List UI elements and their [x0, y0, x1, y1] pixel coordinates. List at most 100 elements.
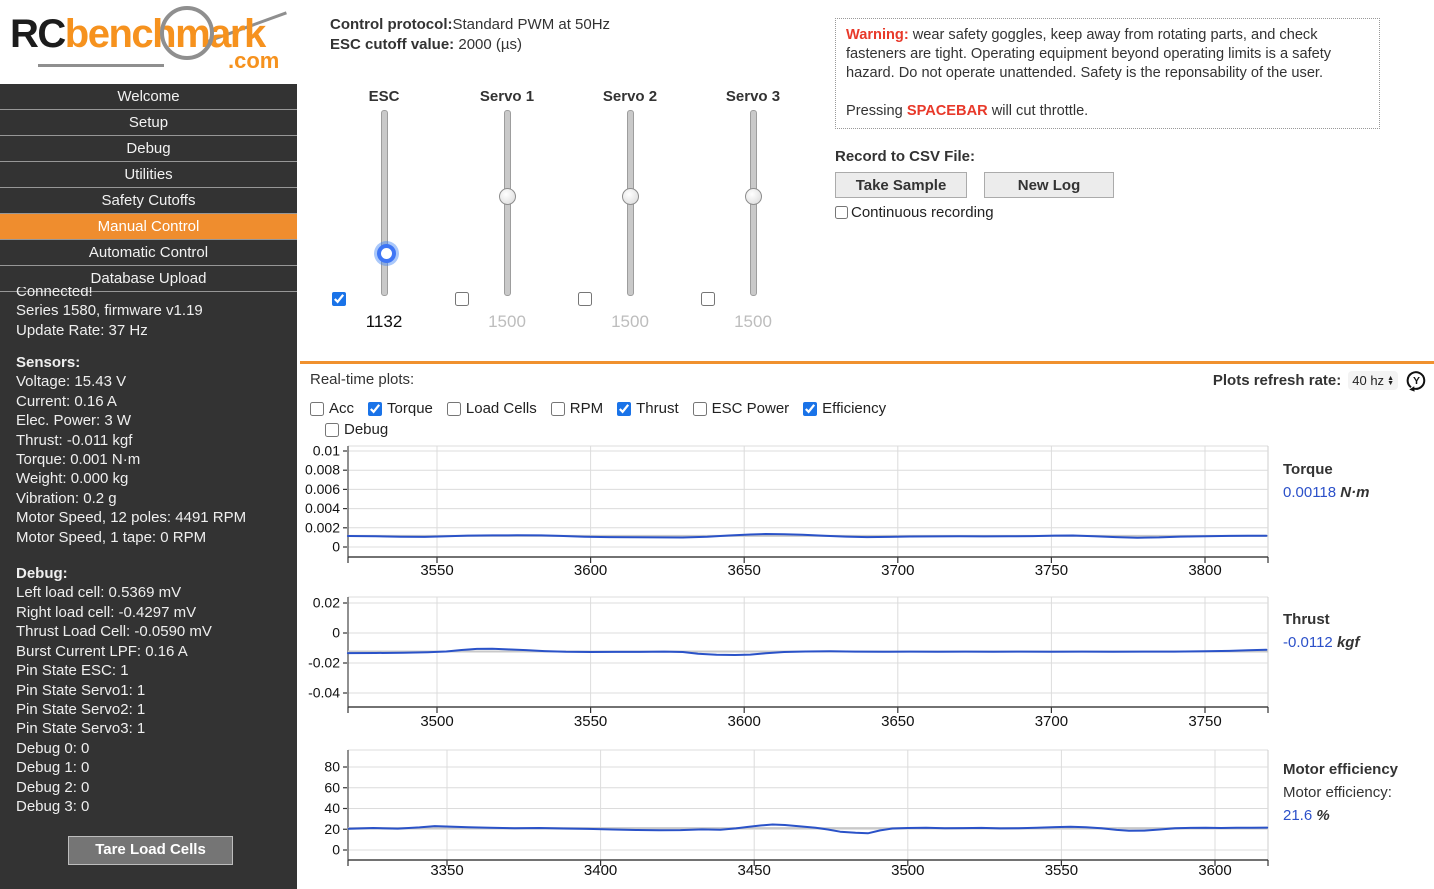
warning-label: Warning: — [846, 27, 909, 43]
chart-value-unit: % — [1316, 807, 1330, 824]
chart-title: Torque — [1283, 461, 1333, 478]
chart-value-label-torque: Torque 0.00118 N·m — [1283, 458, 1433, 504]
chart-value-label-motor-efficiency: Motor efficiency Motor efficiency: 21.6 % — [1283, 758, 1433, 827]
text-line: Pin State Servo1: 1 — [16, 681, 146, 699]
control-protocol-info: Control protocol:Standard PWM at 50Hz ES… — [330, 15, 610, 55]
take-sample-button[interactable]: Take Sample — [835, 172, 967, 198]
slider-track-servo-2[interactable] — [622, 110, 639, 296]
text-line: Weight: 0.000 kg — [16, 470, 129, 488]
main-content: Control protocol:Standard PWM at 50Hz ES… — [300, 0, 1434, 889]
svg-text:3700: 3700 — [1035, 713, 1068, 730]
plot-checkbox-esc-power[interactable] — [692, 401, 707, 416]
slider-handle-servo-2[interactable] — [622, 188, 639, 205]
text-line: Pin State ESC: 1 — [16, 662, 129, 680]
chart-title: Motor efficiency — [1283, 761, 1399, 778]
slider-enable-checkbox-esc[interactable] — [332, 292, 346, 306]
slider-enable-checkbox-servo-1[interactable] — [455, 292, 469, 306]
svg-text:0: 0 — [332, 539, 340, 555]
svg-text:3650: 3650 — [881, 713, 914, 730]
svg-text:20: 20 — [324, 821, 340, 837]
plot-checkbox-efficiency[interactable] — [803, 401, 818, 416]
slider-handle-esc[interactable] — [377, 244, 396, 263]
text-line: Right load cell: -0.4297 mV — [16, 603, 197, 621]
chart-current-value: 21.6 % — [1283, 804, 1433, 827]
chart-title: Thrust — [1283, 611, 1330, 628]
sidebar-item-manual-control[interactable]: Manual Control — [0, 214, 297, 240]
reset-y-axis-icon[interactable]: Y — [1405, 369, 1428, 392]
slider-column-servo-3: Servo 3 1500 — [693, 88, 813, 338]
plot-checkbox-item-efficiency: Efficiency — [803, 400, 886, 417]
svg-text:-0.02: -0.02 — [308, 655, 340, 671]
magnifier-icon — [160, 6, 214, 60]
plot-checkbox-label: Debug — [344, 421, 389, 438]
sidebar-item-welcome[interactable]: Welcome — [0, 84, 297, 110]
plot-checkbox-rpm[interactable] — [550, 401, 565, 416]
plot-checkbox-torque[interactable] — [368, 401, 383, 416]
plot-checkbox-thrust[interactable] — [617, 401, 632, 416]
plot-checkbox-label: Acc — [329, 400, 355, 417]
plot-checkbox-label: Load Cells — [465, 400, 537, 417]
logo-com: .com — [228, 48, 280, 73]
plot-checkbox-label: Efficiency — [822, 400, 887, 417]
svg-text:3350: 3350 — [430, 862, 463, 879]
plot-checkbox-label: Thrust — [636, 400, 679, 417]
plot-checkbox-item-rpm: RPM — [550, 400, 603, 417]
sidebar-status-panel: Connected! Series 1580, firmware v1.19 Upd… — [16, 287, 289, 816]
svg-text:3450: 3450 — [738, 862, 771, 879]
sidebar-item-debug[interactable]: Debug — [0, 136, 297, 162]
chart-thrust: 0.02 0 -0.02 -0.04 3500 3550 3600 3650 3700 3750 — [308, 595, 1269, 730]
warning-box: Warning: wear safety goggles, keep away … — [835, 18, 1380, 129]
orange-divider — [300, 361, 1434, 364]
svg-text:0: 0 — [332, 625, 340, 641]
slider-handle-servo-1[interactable] — [499, 188, 516, 205]
svg-text:3750: 3750 — [1188, 713, 1221, 730]
sidebar-item-utilities[interactable]: Utilities — [0, 162, 297, 188]
plot-checkbox-acc[interactable] — [310, 401, 324, 416]
slider-track-servo-3[interactable] — [745, 110, 762, 296]
chart-value-unit: N·m — [1340, 484, 1370, 501]
control-protocol-value: Standard PWM at 50Hz — [452, 16, 611, 33]
chart-value-unit: kgf — [1336, 634, 1360, 651]
svg-text:80: 80 — [324, 759, 340, 775]
slider-enable-checkbox-servo-3[interactable] — [701, 292, 715, 306]
svg-text:0: 0 — [332, 842, 340, 858]
new-log-button[interactable]: New Log — [984, 172, 1114, 198]
svg-text:3600: 3600 — [1198, 862, 1231, 879]
continuous-recording-label: Continuous recording — [851, 204, 994, 221]
plot-checkbox-load-cells[interactable] — [446, 401, 461, 416]
spacebar-note-suffix: will cut throttle. — [987, 103, 1089, 119]
sidebar-item-safety-cutoffs[interactable]: Safety Cutoffs — [0, 188, 297, 214]
slider-label-servo-3: Servo 3 — [725, 88, 781, 105]
slider-handle-servo-3[interactable] — [745, 188, 762, 205]
text-line: Debug 0: 0 — [16, 739, 90, 757]
text-line: Series 1580, firmware v1.19 — [16, 302, 203, 320]
tare-load-cells-button[interactable]: Tare Load Cells — [68, 836, 233, 865]
slider-label-servo-2: Servo 2 — [602, 88, 658, 105]
svg-text:0.008: 0.008 — [305, 462, 340, 478]
slider-label-servo-1: Servo 1 — [479, 88, 535, 105]
slider-track-esc[interactable] — [377, 110, 396, 296]
plot-series-checkboxes-row2: Debug — [325, 421, 388, 438]
plot-checkbox-debug[interactable] — [325, 422, 339, 437]
slider-enable-checkbox-servo-2[interactable] — [578, 292, 592, 306]
spacebar-key: SPACEBAR — [906, 103, 988, 119]
sidebar-item-setup[interactable]: Setup — [0, 110, 297, 136]
refresh-rate-select[interactable]: 40 hz ▲ ▼ — [1348, 371, 1398, 390]
svg-text:60: 60 — [324, 779, 340, 795]
record-csv-title: Record to CSV File: — [835, 148, 976, 165]
svg-text:3600: 3600 — [728, 713, 761, 730]
text-line: Update Rate: 37 Hz — [16, 321, 148, 339]
slider-track-servo-1[interactable] — [499, 110, 516, 296]
plot-checkbox-item-thrust: Thrust — [617, 400, 679, 417]
control-protocol-label: Control protocol: — [330, 16, 453, 33]
text-line: Pin State Servo3: 1 — [16, 720, 146, 738]
debug-readings: Left load cell: 0.5369 mV Right load cell… — [16, 583, 289, 816]
refresh-rate-value: 40 hz — [1352, 373, 1385, 388]
svg-text:Y: Y — [1413, 375, 1420, 387]
svg-text:0.02: 0.02 — [313, 595, 340, 611]
continuous-recording-checkbox[interactable] — [835, 206, 848, 219]
sidebar-item-automatic-control[interactable]: Automatic Control — [0, 240, 297, 266]
esc-cutoff-value: 2000 (µs) — [454, 36, 523, 53]
chart-value-label-thrust: Thrust -0.0112 kgf — [1283, 608, 1433, 654]
refresh-rate-label: Plots refresh rate: — [1212, 372, 1342, 389]
